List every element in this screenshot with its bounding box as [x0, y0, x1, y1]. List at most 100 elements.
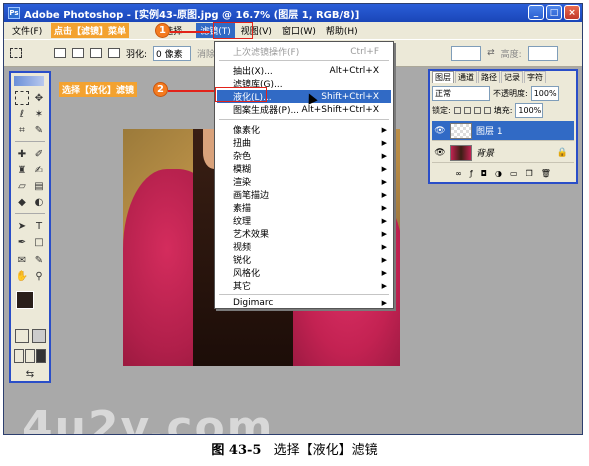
screen-mode-full-icon[interactable]: [36, 349, 46, 363]
layer-style-icon[interactable]: ƒ: [470, 169, 473, 181]
filter-menu-item[interactable]: 画笔描边 ▶: [217, 188, 391, 202]
filter-menu-item[interactable]: 风格化 ▶: [217, 266, 391, 280]
intersect-selection-icon[interactable]: [108, 48, 120, 58]
zoom-tool-icon[interactable]: ⚲: [32, 269, 46, 283]
lock-all-icon[interactable]: [483, 107, 491, 114]
tab-character[interactable]: 字符: [524, 71, 546, 83]
menu-item-label: 抽出(X)...: [233, 67, 273, 77]
toolbox: ✥ ℓ ✶ ⌗ ✎ ✚ ✐ ♜ ✍ ▱ ▤ ◆ ◐ ➤ T ✒ □ ✉ ✎ ✋ …: [9, 71, 51, 383]
filter-menu-item[interactable]: 杂色 ▶: [217, 149, 391, 163]
imageready-jump-icon[interactable]: ⇆: [19, 367, 41, 381]
notes-tool-icon[interactable]: ✉: [15, 253, 29, 267]
feather-input[interactable]: 0 像素: [153, 45, 192, 61]
new-layer-icon[interactable]: ❐: [526, 169, 533, 181]
filter-menu-item[interactable]: 素描 ▶: [217, 201, 391, 215]
submenu-arrow-icon: ▶: [381, 242, 387, 251]
menu-separator: [219, 60, 389, 61]
maximize-button[interactable]: □: [546, 5, 562, 20]
menu-window[interactable]: 窗口(W): [278, 23, 320, 38]
filter-menu-item[interactable]: 锐化 ▶: [217, 253, 391, 267]
filter-menu-item[interactable]: 视频 ▶: [217, 240, 391, 254]
new-group-icon[interactable]: ▭: [510, 169, 518, 181]
filter-menu-item[interactable]: 模糊 ▶: [217, 162, 391, 176]
lock-position-icon[interactable]: [473, 107, 481, 114]
lock-image-icon[interactable]: [463, 107, 471, 114]
layer-row-layer1[interactable]: 👁 图层 1: [432, 121, 574, 141]
swap-icon[interactable]: ⇄: [487, 48, 495, 58]
healing-brush-tool-icon[interactable]: ✚: [15, 147, 29, 161]
tab-paths[interactable]: 路径: [478, 71, 500, 83]
dodge-tool-icon[interactable]: ◐: [32, 195, 46, 209]
filter-menu-item[interactable]: 抽出(X)... Alt+Ctrl+X: [217, 64, 391, 78]
subtract-selection-icon[interactable]: [90, 48, 102, 58]
screen-mode-standard-icon[interactable]: [14, 349, 24, 363]
layer-mask-icon[interactable]: ◘: [481, 169, 487, 181]
magic-wand-tool-icon[interactable]: ✶: [32, 107, 46, 121]
shape-tool-icon[interactable]: □: [32, 235, 46, 249]
layers-panel-tabs: 图层 通道 路径 记录 字符: [430, 71, 576, 83]
filter-menu-dropdown: 上次滤镜操作(F) Ctrl+F 抽出(X)... Alt+Ctrl+X 滤镜库(G…: [214, 41, 394, 309]
crop-tool-icon[interactable]: ⌗: [15, 123, 29, 137]
new-selection-icon[interactable]: [54, 48, 66, 58]
fill-input[interactable]: 100%: [515, 103, 544, 118]
filter-menu-item[interactable]: 图案生成器(P)... Alt+Shift+Ctrl+X: [217, 103, 391, 117]
rect-marquee-tool-icon[interactable]: [15, 91, 29, 105]
height-input[interactable]: [527, 45, 558, 61]
opacity-input[interactable]: 100%: [530, 86, 559, 101]
eye-icon[interactable]: 👁: [434, 125, 446, 137]
foreground-color-swatch[interactable]: [16, 291, 34, 309]
callout-step1-number: 1: [155, 23, 170, 38]
menu-item-label: 像素化: [233, 126, 261, 136]
filter-menu-item[interactable]: 艺术效果 ▶: [217, 227, 391, 241]
adjustment-layer-icon[interactable]: ◑: [495, 169, 502, 181]
eye-icon[interactable]: 👁: [434, 147, 446, 159]
blur-tool-icon[interactable]: ◆: [15, 195, 29, 209]
quickmask-mode-icon[interactable]: [32, 329, 46, 343]
marquee-tool-icon[interactable]: [10, 48, 22, 58]
layers-panel: 图层 通道 路径 记录 字符 正常 不透明度: 100% 锁定: 填充: 100…: [428, 69, 578, 184]
gradient-tool-icon[interactable]: ▤: [32, 179, 46, 193]
callout-step2-number: 2: [153, 82, 168, 97]
delete-layer-icon[interactable]: 🗑: [541, 169, 551, 181]
opacity-label: 不透明度:: [493, 89, 528, 98]
width-input[interactable]: [451, 45, 482, 61]
menu-item-label: 模糊: [233, 165, 252, 175]
tab-channels[interactable]: 通道: [455, 71, 477, 83]
tab-history[interactable]: 记录: [501, 71, 523, 83]
lasso-tool-icon[interactable]: ℓ: [15, 107, 29, 121]
filter-menu-item[interactable]: 纹理 ▶: [217, 214, 391, 228]
lock-transparent-icon[interactable]: [453, 107, 461, 114]
menu-item-label: 渲染: [233, 178, 252, 188]
blend-mode-select[interactable]: 正常: [432, 86, 490, 101]
highlight-filter-menu: [213, 22, 253, 39]
filter-menu-item[interactable]: 其它 ▶: [217, 279, 391, 293]
filter-menu-item[interactable]: 扭曲 ▶: [217, 136, 391, 150]
standard-mode-icon[interactable]: [15, 329, 29, 343]
type-tool-icon[interactable]: T: [32, 219, 46, 233]
brush-tool-icon[interactable]: ✐: [32, 147, 46, 161]
slice-tool-icon[interactable]: ✎: [32, 123, 46, 137]
clone-stamp-tool-icon[interactable]: ♜: [15, 163, 29, 177]
path-select-tool-icon[interactable]: ➤: [15, 219, 29, 233]
add-selection-icon[interactable]: [72, 48, 84, 58]
screen-mode-full-menu-icon[interactable]: [25, 349, 35, 363]
eyedropper-tool-icon[interactable]: ✎: [32, 253, 46, 267]
filter-menu-item[interactable]: 渲染 ▶: [217, 175, 391, 189]
link-layers-icon[interactable]: ∞: [455, 169, 462, 181]
menu-file[interactable]: 文件(F): [8, 23, 46, 38]
menu-help[interactable]: 帮助(H): [322, 23, 362, 38]
close-button[interactable]: ×: [564, 5, 580, 20]
eraser-tool-icon[interactable]: ▱: [15, 179, 29, 193]
move-tool-icon[interactable]: ✥: [32, 91, 46, 105]
submenu-arrow-icon: ▶: [381, 125, 387, 134]
pen-tool-icon[interactable]: ✒: [15, 235, 29, 249]
submenu-arrow-icon: ▶: [381, 203, 387, 212]
layer-row-background[interactable]: 👁 背景 🔒: [432, 143, 574, 163]
minimize-button[interactable]: _: [528, 5, 544, 20]
hand-tool-icon[interactable]: ✋: [15, 269, 29, 283]
filter-menu-item[interactable]: Digimarc ▶: [217, 296, 391, 309]
filter-menu-item[interactable]: 上次滤镜操作(F) Ctrl+F: [217, 45, 391, 59]
filter-menu-item[interactable]: 像素化 ▶: [217, 123, 391, 137]
tab-layers[interactable]: 图层: [432, 71, 454, 83]
history-brush-tool-icon[interactable]: ✍: [32, 163, 46, 177]
